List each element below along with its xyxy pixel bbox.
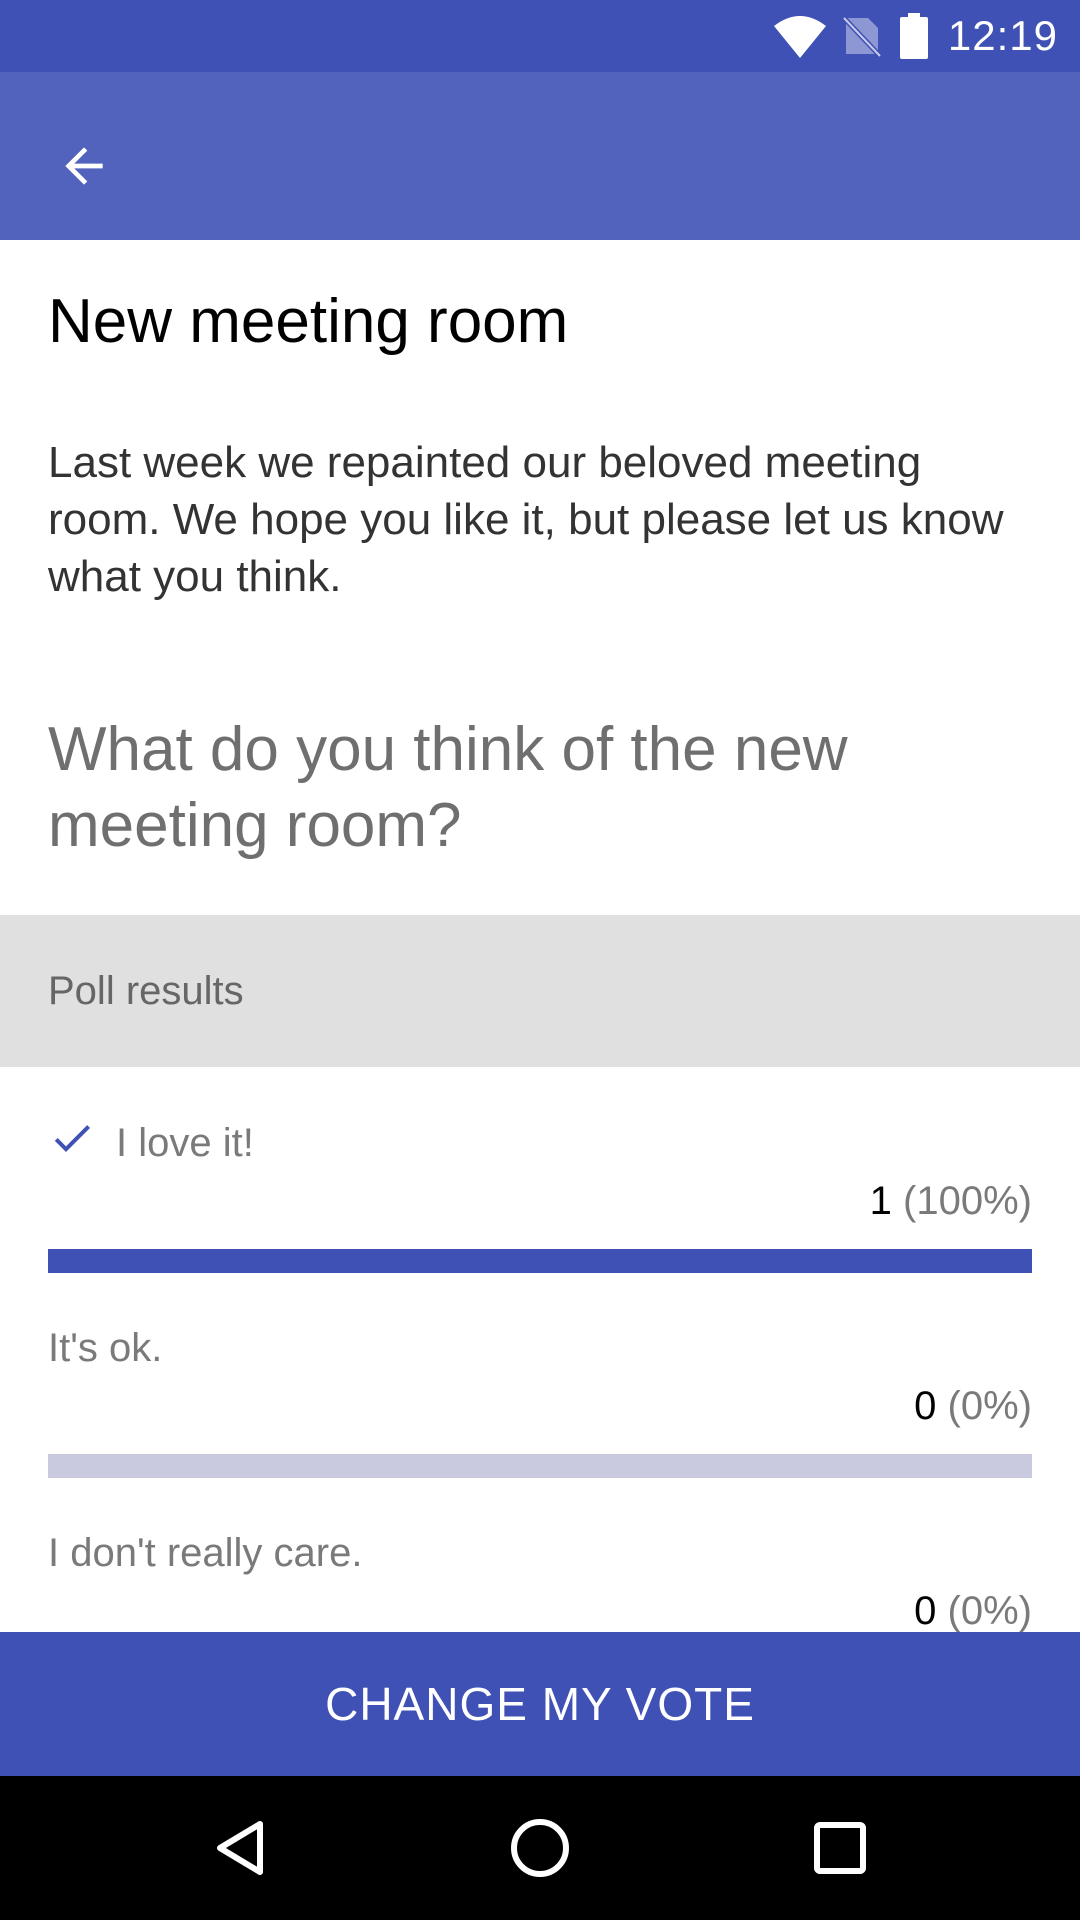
option-label: I love it!	[116, 1121, 254, 1165]
result-bar-fill	[48, 1249, 1032, 1273]
poll-option-dont-care[interactable]: I don't really care. 0 (0%)	[0, 1477, 1080, 1632]
poll-results-header: Poll results	[0, 915, 1080, 1067]
vote-count: 0	[914, 1384, 937, 1428]
option-label: I don't really care.	[48, 1531, 363, 1575]
vote-percent: (100%)	[903, 1179, 1032, 1223]
nav-recents-button[interactable]	[790, 1798, 890, 1898]
option-label-row: I don't really care.	[48, 1531, 362, 1576]
poll-question: What do you think of the new meeting roo…	[48, 715, 848, 860]
option-count: 0 (0%)	[914, 1589, 1032, 1632]
status-icons: 12:19	[772, 0, 1058, 72]
result-bar-track	[48, 1249, 1032, 1273]
poll-results-label: Poll results	[48, 969, 244, 1013]
result-bar-track	[48, 1454, 1032, 1478]
back-button[interactable]	[40, 122, 128, 210]
option-count: 0 (0%)	[914, 1384, 1032, 1429]
check-icon	[54, 1124, 90, 1152]
vote-percent: (0%)	[947, 1589, 1032, 1632]
vote-percent: (0%)	[947, 1384, 1032, 1428]
no-sim-icon	[842, 14, 882, 58]
battery-icon	[899, 13, 928, 59]
arrow-back-icon	[65, 147, 103, 185]
square-recents-icon	[814, 1822, 866, 1874]
poll-description: Last week we repainted our beloved meeti…	[48, 438, 1004, 601]
wifi-icon	[772, 14, 828, 58]
status-bar: 12:19	[0, 0, 1080, 72]
vote-count: 1	[869, 1179, 892, 1223]
nav-home-button[interactable]	[490, 1798, 590, 1898]
option-label-row: It's ok.	[48, 1326, 162, 1371]
change-vote-button[interactable]: CHANGE MY VOTE	[0, 1632, 1080, 1776]
app-bar	[0, 72, 1080, 240]
option-count: 1 (100%)	[870, 1179, 1032, 1224]
system-nav-bar	[0, 1776, 1080, 1920]
poll-title: New meeting room	[48, 287, 569, 356]
status-clock: 12:19	[947, 12, 1058, 59]
poll-option-love[interactable]: I love it! 1 (100%)	[0, 1067, 1080, 1273]
poll-options-list: I love it! 1 (100%) It's ok. 0 (0%) I do…	[0, 1067, 1080, 1632]
circle-home-icon	[511, 1819, 569, 1877]
vote-count: 0	[914, 1589, 937, 1632]
triangle-back-icon	[217, 1821, 263, 1875]
nav-back-button[interactable]	[190, 1798, 290, 1898]
poll-option-ok[interactable]: It's ok. 0 (0%)	[0, 1272, 1080, 1478]
option-label: It's ok.	[48, 1326, 163, 1370]
option-label-row: I love it!	[48, 1121, 254, 1166]
